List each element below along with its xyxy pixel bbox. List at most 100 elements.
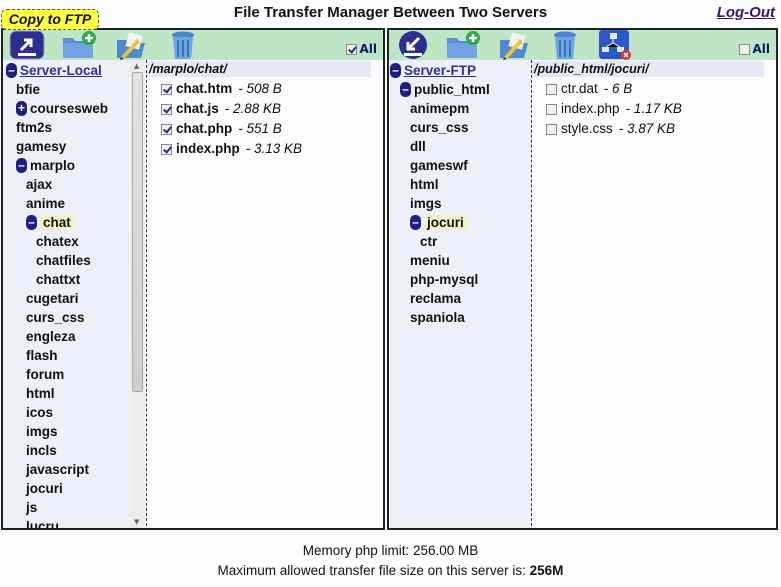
file-checkbox[interactable]: [546, 123, 557, 135]
tree-folder-label: anime: [26, 196, 66, 211]
file-row[interactable]: chat.js - 2.88 KB: [161, 100, 281, 118]
tree-folder[interactable]: chatfiles: [36, 252, 91, 269]
tree-folder[interactable]: incls: [26, 442, 57, 459]
tree-folder[interactable]: curs_css: [26, 309, 85, 326]
select-all-local[interactable]: All: [346, 42, 377, 56]
tree-folder[interactable]: ftm2s: [16, 119, 52, 136]
collapse-icon[interactable]: –: [400, 82, 411, 97]
file-checkbox[interactable]: [161, 83, 172, 95]
tree-folder-label: flash: [26, 348, 58, 363]
file-row[interactable]: index.php - 1.17 KB: [546, 100, 682, 118]
logout-link[interactable]: Log-Out: [717, 4, 775, 21]
tree-folder-label: html: [26, 386, 55, 401]
tree-folder[interactable]: chatex: [36, 233, 79, 250]
tree-folder[interactable]: html: [26, 385, 55, 402]
tree-folder-label: ajax: [26, 177, 53, 192]
file-checkbox[interactable]: [546, 83, 557, 95]
tree-folder[interactable]: – marplo: [16, 157, 75, 174]
file-checkbox[interactable]: [161, 103, 172, 115]
tree-folder-label: forum: [26, 367, 65, 382]
file-size: - 508 B: [238, 81, 282, 96]
tree-folder[interactable]: reclama: [410, 290, 461, 307]
disconnect-icon[interactable]: [597, 30, 633, 60]
file-row[interactable]: chat.php - 551 B: [161, 120, 282, 138]
new-folder-icon[interactable]: [61, 30, 97, 60]
tree-folder[interactable]: javascript: [26, 461, 89, 478]
tree-folder[interactable]: icos: [26, 404, 53, 421]
collapse-icon[interactable]: –: [6, 63, 17, 78]
tree-folder[interactable]: imgs: [410, 195, 442, 212]
tree-folder-label: chatfiles: [36, 253, 91, 268]
file-checkbox[interactable]: [161, 123, 172, 135]
tree-folder[interactable]: gameswf: [410, 157, 468, 174]
tree-folder[interactable]: forum: [26, 366, 64, 383]
tree-folder-label: imgs: [26, 424, 58, 439]
tree-folder-label: chattxt: [36, 272, 81, 287]
tree-folder-label: jocuri: [26, 481, 63, 496]
tree-folder[interactable]: bfie: [16, 81, 40, 98]
collapse-icon[interactable]: –: [26, 215, 37, 230]
tree-folder-label: marplo: [30, 158, 76, 173]
delete-icon[interactable]: [547, 30, 583, 60]
file-size: - 6 B: [603, 81, 633, 96]
tree-folder-label: chat: [40, 215, 74, 230]
tree-root[interactable]: – Server-FTP: [390, 62, 476, 79]
tree-folder[interactable]: imgs: [26, 423, 58, 440]
tree-folder[interactable]: ctr: [420, 233, 437, 250]
tree-folder-label: icos: [26, 405, 54, 420]
tree-folder[interactable]: html: [410, 176, 439, 193]
local-tree-scrollbar[interactable]: ▲ ▼: [131, 60, 145, 528]
tree-folder-label: javascript: [26, 462, 90, 477]
tree-folder-label: gameswf: [410, 158, 468, 173]
tree-folder[interactable]: chattxt: [36, 271, 80, 288]
tree-folder[interactable]: anime: [26, 195, 65, 212]
file-name: style.css: [561, 121, 613, 136]
tree-folder[interactable]: + coursesweb: [16, 100, 108, 117]
tree-folder[interactable]: animepm: [410, 100, 469, 117]
file-size: - 1.17 KB: [625, 101, 682, 116]
file-row[interactable]: style.css - 3.87 KB: [546, 120, 675, 138]
file-row[interactable]: index.php - 3.13 KB: [161, 140, 302, 158]
tree-folder[interactable]: jocuri: [26, 480, 63, 497]
tree-folder[interactable]: dll: [410, 138, 426, 155]
file-name: index.php: [561, 101, 620, 116]
collapse-icon[interactable]: –: [16, 158, 27, 173]
tree-folder[interactable]: flash: [26, 347, 58, 364]
file-row[interactable]: ctr.dat - 6 B: [546, 80, 632, 98]
new-folder-icon[interactable]: [445, 30, 481, 60]
collapse-icon[interactable]: –: [390, 63, 401, 78]
local-file-list: /marplo/chat/ chat.htm - 508 B chat.js - 2.…: [147, 60, 383, 528]
tree-folder[interactable]: php-mysql: [410, 271, 478, 288]
rename-icon[interactable]: [113, 30, 149, 60]
delete-icon[interactable]: [165, 30, 201, 60]
tree-folder[interactable]: – chat: [26, 214, 74, 231]
scroll-up-arrow-icon[interactable]: ▲: [134, 62, 139, 70]
ftp-server-pane: All – Server-FTP – public_htmlanimepm curs_c…: [387, 28, 778, 530]
scroll-down-arrow-icon[interactable]: ▼: [134, 518, 139, 526]
select-all-checkbox[interactable]: [346, 43, 358, 55]
tree-folder[interactable]: cugetari: [26, 290, 79, 307]
file-size: - 2.88 KB: [224, 101, 282, 116]
expand-icon[interactable]: +: [16, 101, 27, 116]
tree-folder[interactable]: lucru: [26, 518, 59, 528]
tree-folder[interactable]: engleza: [26, 328, 76, 345]
tree-folder[interactable]: ajax: [26, 176, 52, 193]
file-row[interactable]: chat.htm - 508 B: [161, 80, 282, 98]
upload-to-ftp-icon[interactable]: [9, 30, 45, 60]
tree-folder[interactable]: – jocuri: [410, 214, 467, 231]
collapse-icon[interactable]: –: [410, 215, 421, 230]
tree-folder[interactable]: js: [26, 499, 37, 516]
tree-folder[interactable]: gamesy: [16, 138, 66, 155]
tree-folder[interactable]: spaniola: [410, 309, 465, 326]
scrollbar-thumb[interactable]: [132, 72, 143, 392]
tree-folder[interactable]: curs_css: [410, 119, 469, 136]
select-all-ftp[interactable]: All: [739, 42, 770, 56]
tree-folder[interactable]: – public_html: [400, 81, 490, 98]
select-all-checkbox[interactable]: [739, 43, 751, 55]
download-to-local-icon[interactable]: [395, 30, 431, 60]
file-checkbox[interactable]: [546, 103, 557, 115]
tree-folder[interactable]: meniu: [410, 252, 450, 269]
file-checkbox[interactable]: [161, 143, 172, 155]
tree-root[interactable]: – Server-Local: [6, 62, 102, 79]
rename-icon[interactable]: [496, 30, 532, 60]
